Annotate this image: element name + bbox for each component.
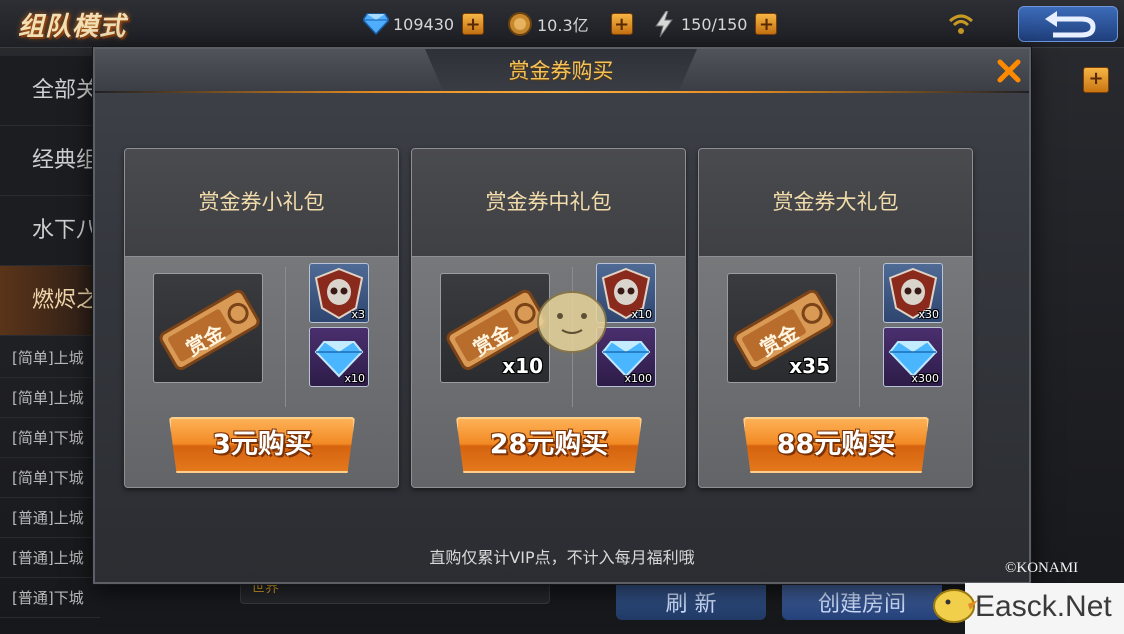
back-button[interactable] <box>1018 6 1118 42</box>
buy-button-small-pack[interactable]: 3元购买 <box>169 417 355 473</box>
watermark-text: Easck.Net <box>975 590 1112 623</box>
menu-item-burning[interactable]: 燃烬之 <box>0 266 100 336</box>
mode-title: 组队模式 <box>18 12 127 42</box>
room-row[interactable]: [简单]上城 <box>0 338 100 378</box>
diamond-icon <box>362 10 390 38</box>
vip-notice: 直购仅累计VIP点，不计入每月福利哦 <box>429 548 695 567</box>
add-gold-button[interactable]: + <box>610 13 633 35</box>
divider <box>859 267 860 407</box>
wifi-icon <box>948 12 974 36</box>
mode-category-menu: 全部关 经典组 水下八 燃烬之 <box>0 56 100 336</box>
divider <box>285 267 286 407</box>
room-row[interactable]: [普通]上城 <box>0 538 100 578</box>
pack-card-header: 赏金券小礼包 <box>125 149 398 257</box>
gem-item: x10 <box>309 327 369 387</box>
dialog-header: 赏金券购买 <box>95 49 1029 93</box>
gem-qty: x300 <box>911 372 939 385</box>
room-row[interactable]: [简单]上城 <box>0 378 100 418</box>
menu-item-underwater[interactable]: 水下八 <box>0 196 100 266</box>
top-bar: 组队模式 109430 + 10.3亿 + 150 /150 + <box>0 0 1124 48</box>
room-row[interactable]: [普通]上城 <box>0 498 100 538</box>
room-row[interactable]: [普通]下城 <box>0 578 100 618</box>
watermark-bird-icon <box>928 578 980 626</box>
buy-button-label: 88元购买 <box>776 429 896 460</box>
refresh-label: 刷 新 <box>665 592 717 617</box>
stamina-counter: 150 /150 + <box>650 10 778 38</box>
buy-button-label: 28元购买 <box>489 429 609 460</box>
bounty-ticket-item: 赏金 x35 <box>727 273 837 383</box>
diamond-counter: 109430 + <box>362 10 485 38</box>
gem-item: x300 <box>883 327 943 387</box>
gold-counter: 10.3亿 + <box>506 10 633 38</box>
diamond-value: 109430 <box>393 14 455 34</box>
room-row[interactable]: [简单]下城 <box>0 418 100 458</box>
skull-badge-item: x3 <box>309 263 369 323</box>
buy-button-large-pack[interactable]: 88元购买 <box>743 417 929 473</box>
pack-title: 赏金券大礼包 <box>772 190 899 214</box>
pack-card-small: 赏金券小礼包 赏金 x3 x10 3元购买 <box>124 148 399 488</box>
pack-title: 赏金券中礼包 <box>485 190 612 214</box>
stamina-max: /150 <box>711 14 748 34</box>
pack-card-header: 赏金券大礼包 <box>699 149 972 257</box>
create-room-label: 创建房间 <box>817 592 906 617</box>
gold-coin-icon <box>506 10 534 38</box>
skull-qty: x3 <box>351 308 365 321</box>
gem-qty: x100 <box>624 372 652 385</box>
header-divider <box>95 91 1029 93</box>
dialog-title: 赏金券购买 <box>508 59 614 83</box>
room-list: [简单]上城 [简单]上城 [简单]下城 [简单]下城 [普通]上城 [普通]上… <box>0 338 100 618</box>
bounty-ticket-icon: 赏金 <box>159 289 260 370</box>
gold-value: 10.3亿 <box>537 16 589 35</box>
room-row[interactable]: [简单]下城 <box>0 458 100 498</box>
refresh-button[interactable]: 刷 新 <box>616 578 766 620</box>
add-stamina-button[interactable]: + <box>755 13 778 35</box>
watermark-mascot-icon <box>532 280 612 360</box>
gem-qty: x10 <box>344 372 365 385</box>
menu-item-all[interactable]: 全部关 <box>0 56 100 126</box>
pack-card-header: 赏金券中礼包 <box>412 149 685 257</box>
stamina-current: 150 <box>681 14 712 34</box>
ticket-count: x35 <box>789 354 830 378</box>
pack-card-large: 赏金券大礼包 赏金 x35 x30 x300 88元购买 <box>698 148 973 488</box>
lightning-icon <box>650 10 678 38</box>
copyright-text: ©KONAMI <box>1005 560 1079 576</box>
menu-item-classic[interactable]: 经典组 <box>0 126 100 196</box>
close-icon[interactable] <box>993 55 1025 87</box>
skull-qty: x30 <box>918 308 939 321</box>
pack-card-body: 赏金 x35 x30 x300 88元购买 <box>699 257 972 487</box>
pack-card-body: 赏金 x3 x10 3元购买 <box>125 257 398 487</box>
game-screen: 组队模式 109430 + 10.3亿 + 150 /150 + + 全部关 经… <box>0 0 1124 634</box>
return-arrow-icon <box>1045 11 1096 38</box>
skull-qty: x10 <box>631 308 652 321</box>
buy-button-medium-pack[interactable]: 28元购买 <box>456 417 642 473</box>
pack-title: 赏金券小礼包 <box>198 190 325 214</box>
create-room-button[interactable]: 创建房间 <box>782 578 942 620</box>
bounty-ticket-item: 赏金 <box>153 273 263 383</box>
skull-badge-item: x30 <box>883 263 943 323</box>
add-diamond-button[interactable]: + <box>462 13 485 35</box>
buy-button-label: 3元购买 <box>212 429 312 460</box>
side-add-button[interactable]: + <box>1083 67 1109 93</box>
